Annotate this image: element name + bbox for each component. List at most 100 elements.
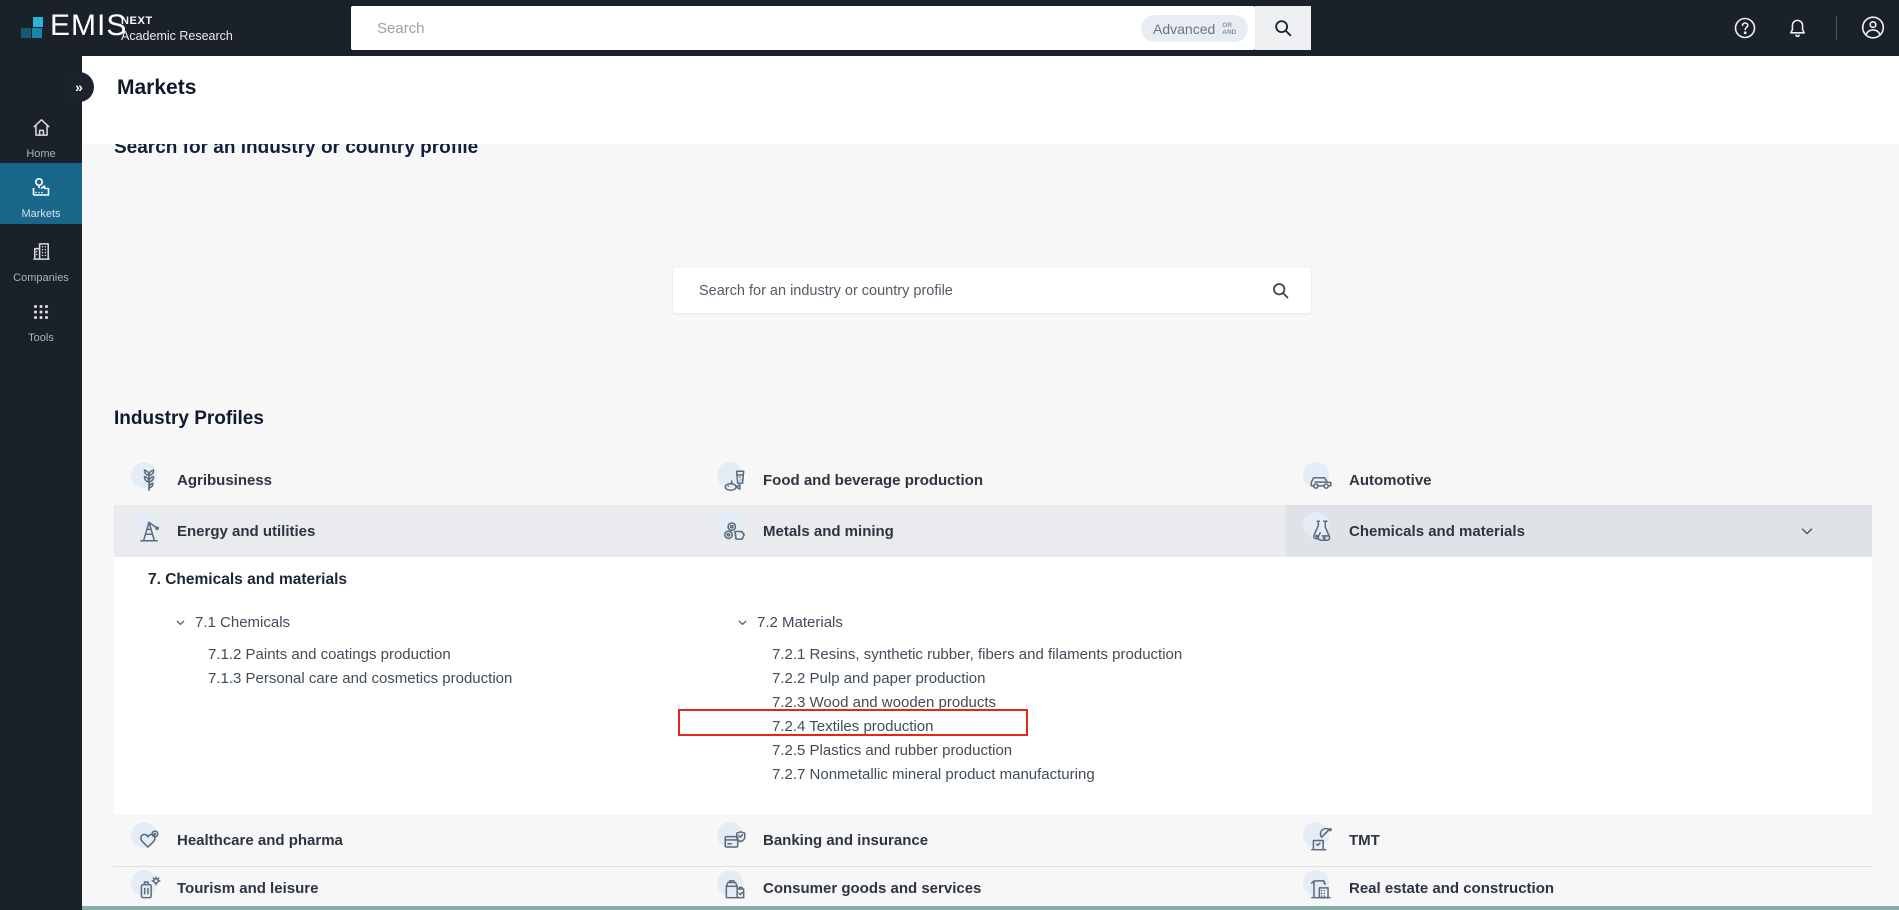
tree-item-7-2-1[interactable]: 7.2.1 Resins, synthetic rubber, fibers a… (772, 642, 1182, 666)
crane-building-icon (1303, 869, 1334, 902)
satellite-laptop-icon (1303, 821, 1334, 854)
suitcase-sun-icon (131, 869, 162, 902)
category-chemicals-materials[interactable]: Chemicals and materials (1286, 505, 1872, 557)
industry-row: Energy and utilities Metals and mining C… (114, 505, 1872, 557)
header-divider (1836, 16, 1837, 40)
main-content: Search for an industry or country profil… (82, 56, 1899, 910)
wheat-icon (131, 461, 162, 494)
top-header: EMIS NEXT Academic Research Advanced ORA… (0, 0, 1899, 56)
page-title-band: Markets (82, 56, 1899, 144)
tree-item-label: 7.2.5 Plastics and rubber production (772, 741, 1013, 759)
category-food-beverage[interactable]: Food and beverage production (700, 456, 1286, 505)
home-icon (32, 119, 50, 136)
sidebar-item-label: Markets (21, 208, 61, 220)
metal-rolls-icon (717, 512, 748, 544)
bottom-accent-strip (82, 906, 1899, 910)
tree-item-label: 7.1.3 Personal care and cosmetics produc… (208, 669, 513, 687)
chevron-down-icon (174, 616, 187, 629)
tree-item-label: 7.2.1 Resins, synthetic rubber, fibers a… (772, 645, 1183, 663)
sidebar-expand-button[interactable]: » (64, 72, 94, 102)
sidebar-item-label: Tools (28, 332, 54, 344)
food-beverage-icon (717, 461, 748, 494)
tree-item-label: 7.2.3 Wood and wooden products (772, 693, 997, 711)
car-icon (1303, 461, 1334, 494)
emis-logo-icon (21, 17, 45, 39)
category-tmt[interactable]: TMT (1286, 815, 1872, 866)
category-label: Automotive (1349, 472, 1432, 489)
account-button[interactable] (1860, 14, 1886, 40)
category-label: Chemicals and materials (1349, 522, 1525, 540)
global-search-submit-button[interactable] (1255, 6, 1311, 50)
industry-row: Healthcare and pharma Banking and insura… (114, 815, 1872, 866)
sidebar-item-tools[interactable]: Tools (0, 301, 82, 351)
heart-icon (131, 821, 162, 854)
sidebar-item-markets[interactable]: Markets (0, 163, 82, 224)
or-and-icon: OR AND (1222, 21, 1237, 36)
lab-flasks-icon (1303, 512, 1334, 544)
tree-parent-7-1[interactable]: 7.1 Chemicals (174, 610, 290, 634)
tree-item-label: 7.1.2 Paints and coatings production (208, 645, 451, 663)
category-consumer-goods[interactable]: Consumer goods and services (700, 867, 1286, 910)
category-healthcare-pharma[interactable]: Healthcare and pharma (114, 815, 700, 866)
category-banking-insurance[interactable]: Banking and insurance (700, 815, 1286, 866)
advanced-label: Advanced (1153, 20, 1216, 37)
help-button[interactable] (1732, 15, 1758, 41)
tree-item-7-2-7[interactable]: 7.2.7 Nonmetallic mineral product manufa… (772, 762, 1095, 786)
chevron-down-icon (736, 616, 749, 629)
industry-row: Tourism and leisure Consumer goods and s… (114, 866, 1872, 910)
tree-item-7-2-5[interactable]: 7.2.5 Plastics and rubber production (772, 738, 1012, 762)
help-icon (1734, 17, 1756, 39)
tree-item-label: 7.2.4 Textiles production (772, 717, 934, 735)
category-label: Metals and mining (763, 522, 894, 540)
profile-search (673, 268, 1311, 313)
tree-item-7-2-2[interactable]: 7.2.2 Pulp and paper production (772, 666, 986, 690)
category-real-estate[interactable]: Real estate and construction (1286, 867, 1872, 910)
chevron-down-icon (1798, 522, 1816, 545)
category-label: TMT (1349, 832, 1380, 849)
account-icon (1861, 15, 1885, 39)
category-metals-mining[interactable]: Metals and mining (700, 505, 1286, 557)
sidebar-item-label: Home (26, 148, 56, 160)
tree-item-label: 7.2.2 Pulp and paper production (772, 669, 986, 687)
advanced-search-button[interactable]: Advanced OR AND (1141, 15, 1249, 42)
industry-profiles-heading: Industry Profiles (114, 408, 264, 429)
sidebar-item-home[interactable]: Home (0, 116, 82, 166)
category-label: Consumer goods and services (763, 880, 982, 897)
tree-item-7-1-2[interactable]: 7.1.2 Paints and coatings production (208, 642, 451, 666)
search-icon[interactable] (1270, 280, 1291, 306)
product-subtitle: Academic Research (121, 29, 233, 43)
sidebar-item-label: Companies (13, 272, 69, 284)
notifications-button[interactable] (1784, 15, 1810, 41)
double-chevron-right-icon: » (75, 79, 83, 95)
category-tourism-leisure[interactable]: Tourism and leisure (114, 867, 700, 910)
category-energy-utilities[interactable]: Energy and utilities (114, 505, 700, 557)
category-automotive[interactable]: Automotive (1286, 456, 1872, 505)
tree-item-7-2-3[interactable]: 7.2.3 Wood and wooden products (772, 690, 996, 714)
bell-icon (1789, 19, 1805, 37)
profile-search-input[interactable] (673, 268, 1253, 313)
category-label: Real estate and construction (1349, 880, 1555, 897)
chemicals-expanded-panel: 7. Chemicals and materials 7.1 Chemicals… (114, 557, 1872, 815)
markets-icon (32, 177, 50, 196)
tree-item-7-1-3[interactable]: 7.1.3 Personal care and cosmetics produc… (208, 666, 512, 690)
bank-card-shield-icon (717, 821, 748, 854)
global-search-input[interactable] (351, 6, 1051, 50)
industry-row: Agribusiness Food and beverage productio… (114, 456, 1872, 505)
category-label: Tourism and leisure (177, 880, 319, 897)
oil-derrick-icon (131, 512, 162, 544)
global-search: Advanced ORAND (351, 6, 1311, 50)
sidebar-item-companies[interactable]: Companies (0, 240, 82, 290)
category-label: Banking and insurance (763, 832, 929, 849)
expanded-heading: 7. Chemicals and materials (148, 571, 348, 588)
tree-parent-label: 7.1 Chemicals (195, 613, 291, 631)
tree-item-7-2-4-textiles[interactable]: 7.2.4 Textiles production (772, 714, 934, 738)
category-label: Food and beverage production (763, 472, 984, 489)
category-label: Energy and utilities (177, 522, 316, 540)
category-agribusiness[interactable]: Agribusiness (114, 456, 700, 505)
tree-parent-label: 7.2 Materials (757, 613, 843, 631)
left-sidebar: Home Markets Companies Tools (0, 56, 82, 910)
brand-name: EMIS (50, 9, 128, 42)
product-name: NEXT (121, 15, 153, 27)
tree-parent-7-2[interactable]: 7.2 Materials (736, 610, 843, 634)
shopping-bags-icon (717, 869, 748, 902)
